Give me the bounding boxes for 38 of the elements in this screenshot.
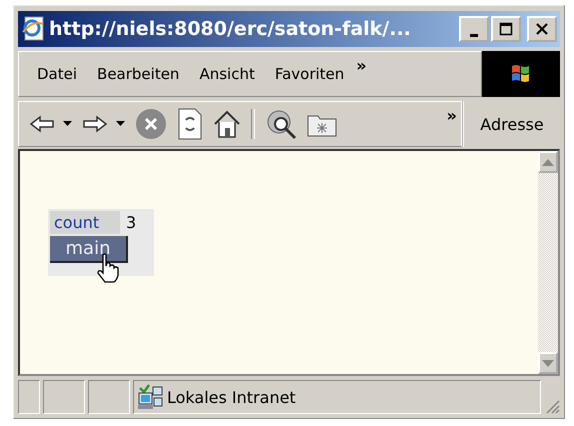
scroll-up-button[interactable] [538, 151, 558, 173]
menu-item[interactable]: Bearbeiten [89, 65, 188, 83]
security-zone-label: Lokales Intranet [167, 388, 296, 406]
count-value: 3 [125, 213, 136, 232]
scroll-down-button[interactable] [538, 352, 558, 374]
close-icon [535, 22, 549, 36]
home-icon[interactable] [213, 109, 241, 139]
search-icon[interactable] [265, 108, 297, 140]
network-computers-icon [137, 384, 163, 410]
down-arrow-icon [542, 360, 554, 366]
status-pane [18, 380, 40, 414]
count-label: count [50, 211, 120, 234]
menu-item[interactable]: Ansicht [191, 65, 263, 83]
close-button[interactable] [527, 16, 557, 42]
refresh-icon[interactable] [177, 108, 203, 140]
minimize-button[interactable] [459, 16, 489, 42]
vertical-scrollbar[interactable] [538, 151, 558, 374]
hand-pointer-icon [96, 253, 120, 283]
up-arrow-icon [542, 158, 554, 166]
window-title: http://niels:8080/erc/saton-falk/... [49, 18, 412, 40]
maximize-button[interactable] [491, 16, 521, 42]
forward-arrow-icon[interactable] [82, 114, 108, 134]
minimize-icon [470, 34, 478, 36]
toolbar-overflow-button[interactable]: » [442, 106, 461, 125]
browser-icon [21, 16, 45, 42]
status-pane [88, 380, 130, 414]
maximize-icon [499, 22, 513, 36]
menu-item[interactable]: Datei [29, 65, 86, 83]
stop-icon[interactable] [135, 108, 167, 140]
resize-grip-icon[interactable] [544, 398, 560, 414]
main-button[interactable]: main [50, 236, 128, 263]
back-arrow-icon[interactable] [29, 114, 55, 134]
menu-overflow-button[interactable]: » [352, 56, 371, 75]
caret-icon[interactable] [63, 121, 72, 127]
status-pane [43, 380, 85, 414]
menu-item[interactable]: Favoriten [266, 65, 352, 83]
caret-icon[interactable] [116, 121, 125, 127]
address-label: Adresse [480, 114, 544, 134]
